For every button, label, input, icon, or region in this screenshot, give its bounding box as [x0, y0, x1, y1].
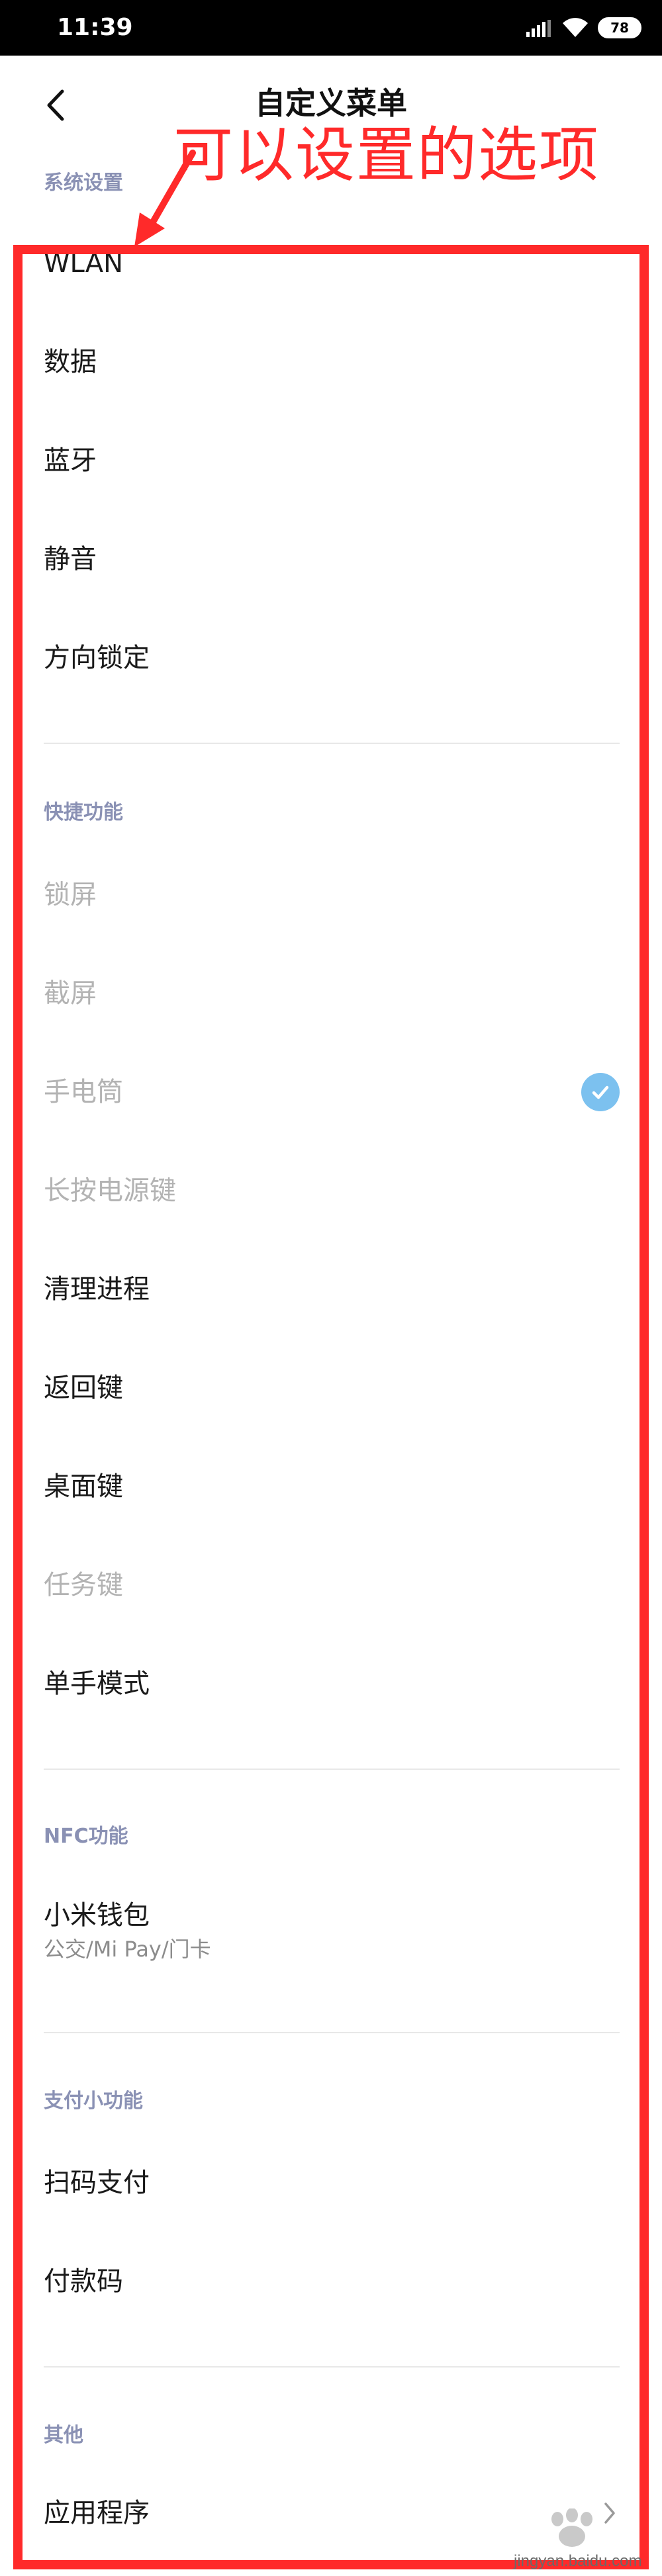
menu-item-bluetooth[interactable]: 蓝牙 — [44, 424, 620, 497]
menu-item-mi-wallet[interactable]: 小米钱包 公交/Mi Pay/门卡 — [44, 1884, 620, 1977]
menu-item-label: 长按电源键 — [44, 1175, 176, 1206]
paw-logo-icon — [551, 2508, 592, 2547]
section-divider — [44, 743, 620, 744]
menu-item-label: 返回键 — [44, 1373, 123, 1403]
menu-item-mute[interactable]: 静音 — [44, 523, 620, 596]
section-divider — [44, 1769, 620, 1770]
menu-item-clear-processes[interactable]: 清理进程 — [44, 1253, 620, 1326]
menu-item-home-key[interactable]: 桌面键 — [44, 1450, 620, 1523]
menu-item-screenshot[interactable]: 截屏 — [44, 957, 620, 1030]
menu-item-label: 截屏 — [44, 978, 97, 1009]
menu-item-label: 静音 — [44, 544, 97, 575]
menu-item-data[interactable]: 数据 — [44, 326, 620, 398]
section-title-nfc: NFC功能 — [44, 1825, 128, 1848]
status-time: 11:39 — [57, 14, 133, 41]
battery-icon: 78 — [598, 17, 641, 38]
menu-item-label: 桌面键 — [44, 1471, 123, 1502]
section-divider — [44, 2032, 620, 2033]
menu-item-back-key[interactable]: 返回键 — [44, 1352, 620, 1424]
menu-item-subtitle: 公交/Mi Pay/门卡 — [44, 1937, 211, 1962]
menu-item-payment-code[interactable]: 付款码 — [44, 2245, 620, 2318]
menu-item-label: 手电筒 — [44, 1077, 123, 1107]
watermark: jingyan.baidu.com — [510, 2508, 649, 2575]
menu-item-label: 清理进程 — [44, 1274, 150, 1305]
menu-item-label: 小米钱包 — [44, 1900, 150, 1931]
section-title-shortcuts: 快捷功能 — [44, 801, 123, 824]
section-title-payment: 支付小功能 — [44, 2090, 143, 2113]
check-icon[interactable] — [581, 1073, 620, 1111]
watermark-text: jingyan.baidu.com — [514, 2552, 642, 2570]
page-title: 自定义菜单 — [255, 85, 407, 121]
menu-item-text: 小米钱包 公交/Mi Pay/门卡 — [44, 1899, 211, 1962]
wifi-icon — [563, 18, 588, 37]
section-title-other: 其他 — [44, 2424, 83, 2447]
annotation-text: 可以设置的选项 — [173, 120, 600, 190]
menu-item-rotation-lock[interactable]: 方向锁定 — [44, 621, 620, 694]
menu-item-label: 付款码 — [44, 2266, 123, 2297]
menu-item-label: 数据 — [44, 347, 97, 377]
status-bar: 11:39 78 — [0, 0, 662, 56]
menu-item-label: 单手模式 — [44, 1669, 150, 1699]
menu-item-label: 方向锁定 — [44, 643, 150, 673]
menu-item-label: 任务键 — [44, 1570, 123, 1600]
menu-item-label: 蓝牙 — [44, 445, 97, 476]
menu-item-flashlight[interactable]: 手电筒 — [44, 1056, 620, 1128]
section-divider — [44, 2366, 620, 2368]
menu-item-label: 应用程序 — [44, 2498, 150, 2528]
menu-item-scan-pay[interactable]: 扫码支付 — [44, 2146, 620, 2219]
menu-item-task-key[interactable]: 任务键 — [44, 1549, 620, 1622]
menu-item-label: 锁屏 — [44, 880, 97, 910]
menu-item-lock-screen[interactable]: 锁屏 — [44, 858, 620, 931]
menu-item-label: WLAN — [44, 248, 124, 279]
menu-item-one-hand-mode[interactable]: 单手模式 — [44, 1647, 620, 1720]
menu-item-label: 扫码支付 — [44, 2168, 150, 2198]
section-title-system: 系统设置 — [44, 171, 123, 195]
menu-item-long-press-power[interactable]: 长按电源键 — [44, 1154, 620, 1227]
cellular-signal-icon — [526, 20, 551, 37]
